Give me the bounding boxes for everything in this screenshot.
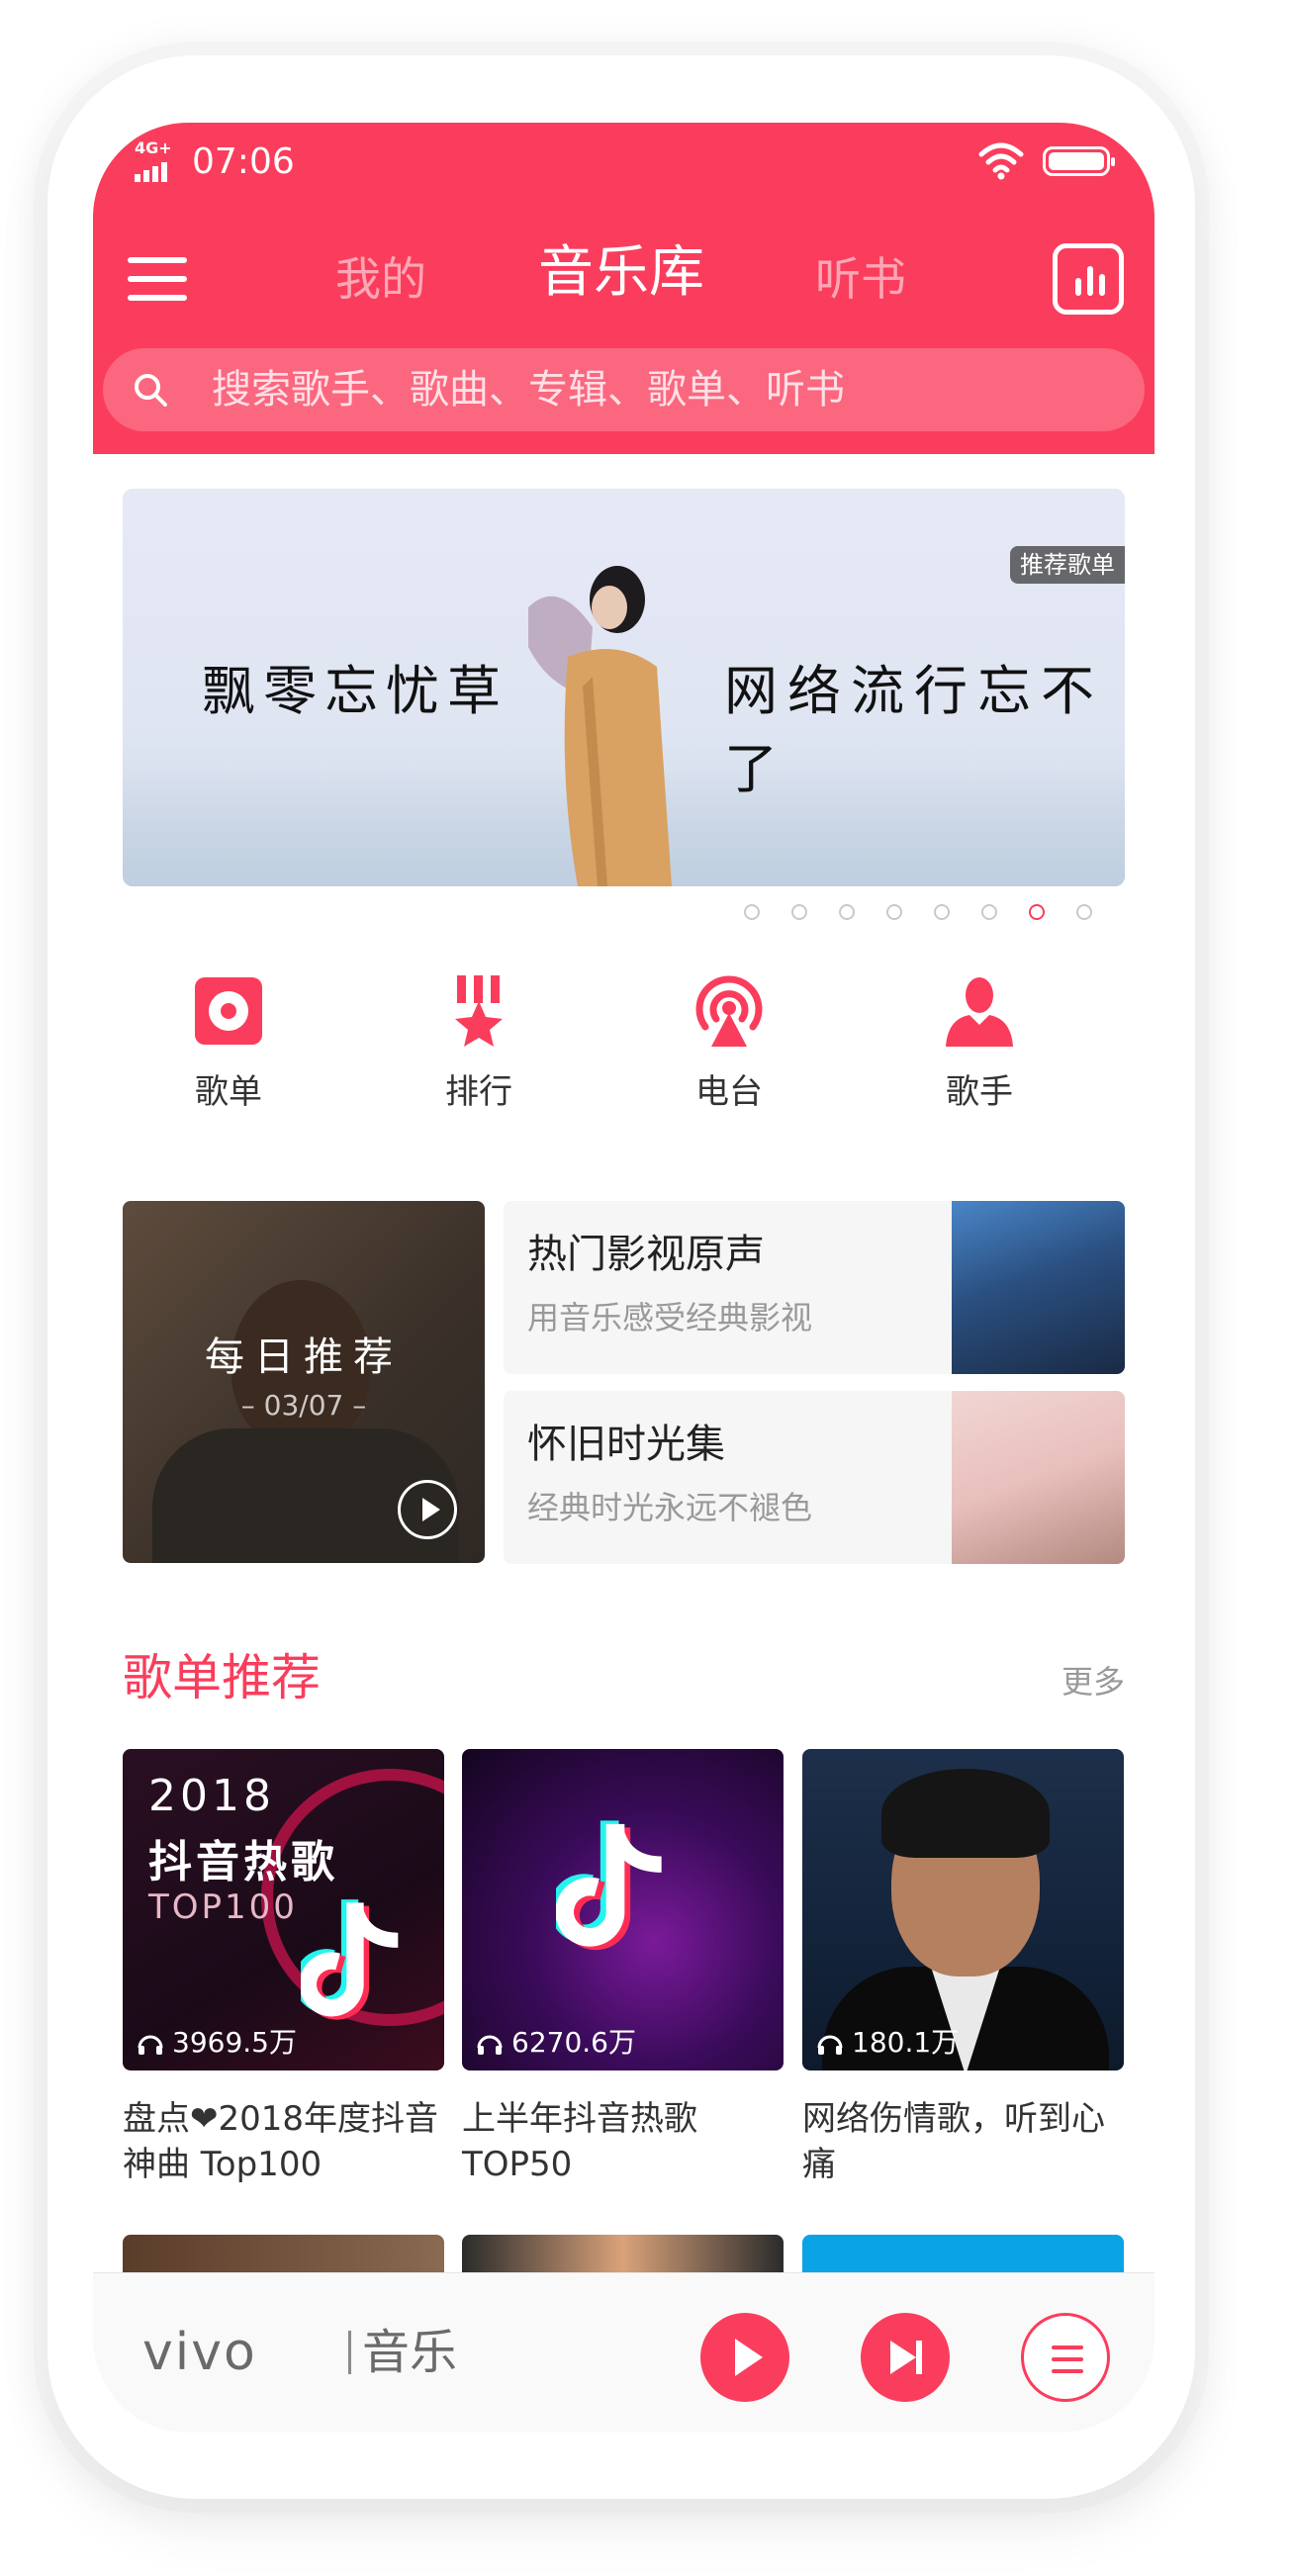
playlist-title: 上半年抖音热歌TOP50 bbox=[462, 2099, 697, 2184]
search-bar[interactable]: 搜索歌手、歌曲、专辑、歌单、听书 bbox=[103, 348, 1145, 431]
quick-entry-ranking[interactable]: 排行 bbox=[400, 973, 558, 1112]
quick-entry-playlists[interactable]: 歌单 bbox=[149, 973, 308, 1112]
tab-music-library[interactable]: 音乐库 bbox=[538, 243, 704, 303]
daily-recommend-date: – 03/07 – bbox=[240, 1389, 367, 1422]
singer-icon bbox=[946, 977, 1013, 1047]
banner-dot[interactable] bbox=[981, 904, 997, 920]
status-time: 07:06 bbox=[192, 141, 295, 182]
quick-entries: 歌单 排行 电台 歌手 bbox=[93, 973, 1154, 1132]
play-count-value: 3969.5万 bbox=[172, 2026, 297, 2059]
tab-audiobooks[interactable]: 听书 bbox=[815, 249, 906, 309]
feature-title: 怀旧时光集 bbox=[527, 1422, 725, 1467]
cover-rank: TOP100 bbox=[148, 1887, 298, 1927]
quick-entry-label: 歌手 bbox=[946, 1072, 1013, 1112]
play-count-value: 180.1万 bbox=[852, 2026, 960, 2059]
banner-dot[interactable] bbox=[886, 904, 902, 920]
play-count: 180.1万 bbox=[816, 2025, 959, 2061]
quick-entry-label: 电台 bbox=[695, 1072, 763, 1112]
feature-card-nostalgia[interactable]: 怀旧时光集 经典时光永远不褪色 bbox=[504, 1391, 1125, 1564]
feature-subtitle: 经典时光永远不褪色 bbox=[527, 1489, 813, 1526]
section-title-playlists: 歌单推荐 bbox=[123, 1649, 321, 1706]
quick-entry-radio[interactable]: 电台 bbox=[650, 973, 808, 1112]
playlist-title: 网络伤情歌，听到心痛 bbox=[802, 2099, 1105, 2184]
wifi-icon bbox=[978, 142, 1024, 180]
playlist-icon bbox=[195, 977, 262, 1045]
tab-mine[interactable]: 我的 bbox=[335, 249, 426, 309]
banner-figure-image bbox=[528, 566, 672, 886]
banner-dot-active[interactable] bbox=[1029, 904, 1045, 920]
next-track-button[interactable] bbox=[861, 2313, 950, 2402]
playlist-cover: 6270.6万 bbox=[462, 1749, 784, 2070]
battery-icon bbox=[1043, 146, 1115, 176]
cover-title: 抖音热歌 bbox=[148, 1837, 338, 1887]
playlist-card[interactable]: 180.1万 网络伤情歌，听到心痛 bbox=[802, 1749, 1124, 2187]
app-name: 音乐 bbox=[362, 2325, 458, 2380]
play-count: 6270.6万 bbox=[476, 2025, 636, 2061]
banner[interactable]: 飘零忘忧草 网络流行忘不了 推荐歌单 bbox=[123, 489, 1125, 886]
banner-dot[interactable] bbox=[1076, 904, 1092, 920]
cover-year: 2018 bbox=[148, 1771, 275, 1821]
feature-cover-image bbox=[952, 1201, 1125, 1374]
playlist-queue-button[interactable] bbox=[1021, 2313, 1110, 2402]
playlist-cover: 2018 抖音热歌 TOP100 3969.5万 bbox=[123, 1749, 444, 2070]
mini-player: vivo 音乐 bbox=[93, 2272, 1154, 2433]
play-button[interactable] bbox=[700, 2313, 789, 2402]
quick-entry-singers[interactable]: 歌手 bbox=[900, 973, 1059, 1112]
playlist-card[interactable]: 6270.6万 上半年抖音热歌TOP50 bbox=[462, 1749, 784, 2187]
banner-dot[interactable] bbox=[744, 904, 760, 920]
song-recognition-button[interactable] bbox=[1053, 243, 1124, 315]
feature-card-soundtracks[interactable]: 热门影视原声 用音乐感受经典影视 bbox=[504, 1201, 1125, 1374]
play-icon[interactable] bbox=[398, 1480, 457, 1539]
quick-entry-label: 排行 bbox=[445, 1072, 512, 1112]
headphones-icon bbox=[817, 2035, 843, 2055]
status-bar: 4G+ 07:06 bbox=[93, 123, 1154, 212]
search-icon bbox=[135, 374, 167, 407]
feature-title: 热门影视原声 bbox=[527, 1232, 765, 1277]
banner-dot[interactable] bbox=[934, 904, 950, 920]
feature-cover-image bbox=[952, 1391, 1125, 1564]
network-type: 4G+ bbox=[135, 138, 172, 157]
headphones-icon bbox=[477, 2035, 503, 2055]
playlist-cover: 180.1万 bbox=[802, 1749, 1124, 2070]
header: 4G+ 07:06 我的 音乐库 听书 搜索歌手、歌曲、专辑、歌单、听书 bbox=[93, 123, 1154, 454]
quick-entry-label: 歌单 bbox=[195, 1072, 262, 1112]
tiktok-note-icon bbox=[556, 1820, 663, 1951]
headphones-icon bbox=[138, 2035, 163, 2055]
banner-pagination bbox=[93, 904, 1154, 924]
app-screen: 4G+ 07:06 我的 音乐库 听书 搜索歌手、歌曲、专辑、歌单、听书 飘零忘… bbox=[93, 123, 1154, 2433]
more-link[interactable]: 更多 bbox=[1061, 1662, 1125, 1702]
play-count-value: 6270.6万 bbox=[511, 2026, 636, 2059]
signal-icon: 4G+ bbox=[135, 140, 182, 184]
daily-recommend-card[interactable]: 每日推荐 – 03/07 – bbox=[123, 1201, 485, 1563]
daily-recommend-title: 每日推荐 bbox=[205, 1334, 403, 1380]
banner-dot[interactable] bbox=[839, 904, 855, 920]
menu-button[interactable] bbox=[128, 253, 187, 305]
play-count: 3969.5万 bbox=[137, 2025, 297, 2061]
feature-subtitle: 用音乐感受经典影视 bbox=[527, 1299, 813, 1336]
radio-icon bbox=[695, 975, 763, 1047]
banner-caption-right: 网络流行忘不了 bbox=[724, 660, 1104, 800]
top-nav: 我的 音乐库 听书 bbox=[93, 222, 1154, 340]
playlist-card[interactable]: 2018 抖音热歌 TOP100 3969.5万 盘点❤2018年度抖音神曲 T… bbox=[123, 1749, 444, 2187]
ranking-icon bbox=[455, 975, 503, 1047]
playlist-title: 盘点❤2018年度抖音神曲 Top100 bbox=[123, 2099, 439, 2184]
banner-dot[interactable] bbox=[791, 904, 807, 920]
banner-badge: 推荐歌单 bbox=[1010, 546, 1125, 584]
search-placeholder: 搜索歌手、歌曲、专辑、歌单、听书 bbox=[212, 367, 845, 413]
banner-caption-left: 飘零忘忧草 bbox=[202, 660, 508, 722]
brand-logo: vivo bbox=[142, 2323, 257, 2382]
tiktok-note-icon bbox=[301, 1899, 399, 2020]
